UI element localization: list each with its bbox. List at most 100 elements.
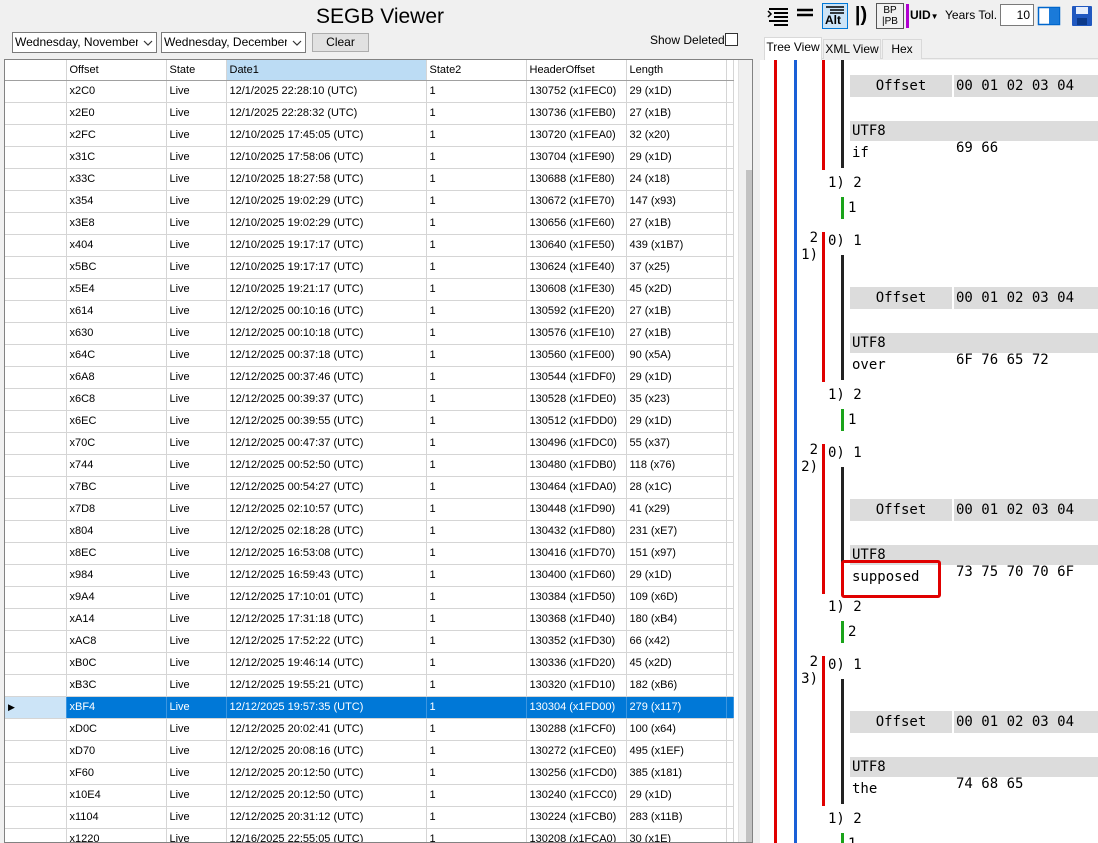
cell-length[interactable]: 29 (x1D) bbox=[626, 80, 727, 103]
cell-offset[interactable]: xB3C bbox=[66, 674, 167, 697]
cell-offset[interactable]: x2FC bbox=[66, 124, 167, 147]
cell-length[interactable]: 32 (x20) bbox=[626, 124, 727, 147]
cell-headeroffset[interactable]: 130464 (x1FDA0) bbox=[526, 476, 627, 499]
cell-length[interactable]: 41 (x29) bbox=[626, 498, 727, 521]
cell-length[interactable]: 180 (xB4) bbox=[626, 608, 727, 631]
cell-length[interactable]: 147 (x93) bbox=[626, 190, 727, 213]
cell-date1[interactable]: 12/10/2025 19:21:17 (UTC) bbox=[226, 278, 427, 301]
cell-state[interactable]: Live bbox=[166, 410, 227, 433]
cell-state[interactable]: Live bbox=[166, 762, 227, 785]
cell-offset[interactable]: x5BC bbox=[66, 256, 167, 279]
cell-state[interactable]: Live bbox=[166, 740, 227, 763]
cell-length[interactable]: 29 (x1D) bbox=[626, 366, 727, 389]
table-row[interactable]: x6C8 Live 12/12/2025 00:39:37 (UTC) 1 130528… bbox=[5, 388, 734, 411]
table-row[interactable]: x7D8 Live 12/12/2025 02:10:57 (UTC) 1 130448… bbox=[5, 498, 734, 521]
cell-state[interactable]: Live bbox=[166, 674, 227, 697]
table-row[interactable]: x64C Live 12/12/2025 00:37:18 (UTC) 1 130560… bbox=[5, 344, 734, 367]
tab-hex[interactable]: Hex bbox=[882, 39, 922, 59]
row-header[interactable] bbox=[5, 410, 67, 433]
cell-state2[interactable]: 1 bbox=[426, 80, 527, 103]
cell-length[interactable]: 29 (x1D) bbox=[626, 564, 727, 587]
cell-state[interactable]: Live bbox=[166, 520, 227, 543]
cell-length[interactable]: 27 (x1B) bbox=[626, 300, 727, 323]
brackets-toggle-icon[interactable]: |) bbox=[850, 3, 872, 29]
uid-dropdown[interactable]: UID▼ bbox=[910, 8, 939, 22]
cell-date1[interactable]: 12/10/2025 19:02:29 (UTC) bbox=[226, 190, 427, 213]
cell-length[interactable]: 45 (x2D) bbox=[626, 278, 727, 301]
cell-offset[interactable]: xA14 bbox=[66, 608, 167, 631]
cell-state[interactable]: Live bbox=[166, 630, 227, 653]
cell-state[interactable]: Live bbox=[166, 432, 227, 455]
row-header[interactable] bbox=[5, 432, 67, 455]
cell-state2[interactable]: 1 bbox=[426, 410, 527, 433]
table-row[interactable]: x5BC Live 12/10/2025 19:17:17 (UTC) 1 130624… bbox=[5, 256, 734, 279]
row-header[interactable] bbox=[5, 784, 67, 807]
cell-date1[interactable]: 12/12/2025 02:10:57 (UTC) bbox=[226, 498, 427, 521]
cell-headeroffset[interactable]: 130272 (x1FCE0) bbox=[526, 740, 627, 763]
row-header[interactable] bbox=[5, 740, 67, 763]
cell-state2[interactable]: 1 bbox=[426, 586, 527, 609]
cell-state[interactable]: Live bbox=[166, 828, 227, 842]
cell-state2[interactable]: 1 bbox=[426, 476, 527, 499]
cell-length[interactable]: 55 (x37) bbox=[626, 432, 727, 455]
cell-headeroffset[interactable]: 130640 (x1FE50) bbox=[526, 234, 627, 257]
cell-offset[interactable]: x1220 bbox=[66, 828, 167, 842]
cell-date1[interactable]: 12/10/2025 17:58:06 (UTC) bbox=[226, 146, 427, 169]
table-row[interactable]: xD0C Live 12/12/2025 20:02:41 (UTC) 1 130288… bbox=[5, 718, 734, 741]
row-header[interactable] bbox=[5, 608, 67, 631]
cell-date1[interactable]: 12/12/2025 00:10:16 (UTC) bbox=[226, 300, 427, 323]
cell-date1[interactable]: 12/1/2025 22:28:32 (UTC) bbox=[226, 102, 427, 125]
cell-state2[interactable]: 1 bbox=[426, 212, 527, 235]
cell-date1[interactable]: 12/12/2025 17:52:22 (UTC) bbox=[226, 630, 427, 653]
cell-state2[interactable]: 1 bbox=[426, 608, 527, 631]
collapse-tree-icon[interactable] bbox=[766, 3, 792, 29]
cell-state[interactable]: Live bbox=[166, 718, 227, 741]
cell-state2[interactable]: 1 bbox=[426, 388, 527, 411]
column-header-headeroffset[interactable]: HeaderOffset bbox=[526, 60, 627, 81]
cell-state2[interactable]: 1 bbox=[426, 278, 527, 301]
row-header[interactable] bbox=[5, 498, 67, 521]
cell-date1[interactable]: 12/16/2025 22:55:05 (UTC) bbox=[226, 828, 427, 842]
cell-state[interactable]: Live bbox=[166, 608, 227, 631]
row-header[interactable] bbox=[5, 542, 67, 565]
table-row[interactable]: xB0C Live 12/12/2025 19:46:14 (UTC) 1 130336… bbox=[5, 652, 734, 675]
cell-state[interactable]: Live bbox=[166, 388, 227, 411]
cell-state[interactable]: Live bbox=[166, 564, 227, 587]
cell-length[interactable]: 439 (x1B7) bbox=[626, 234, 727, 257]
cell-state2[interactable]: 1 bbox=[426, 168, 527, 191]
table-row[interactable]: x70C Live 12/12/2025 00:47:37 (UTC) 1 130496… bbox=[5, 432, 734, 455]
cell-state2[interactable]: 1 bbox=[426, 146, 527, 169]
column-header-date1[interactable]: Date1 bbox=[226, 60, 427, 81]
cell-headeroffset[interactable]: 130320 (x1FD10) bbox=[526, 674, 627, 697]
cell-length[interactable]: 182 (xB6) bbox=[626, 674, 727, 697]
cell-state[interactable]: Live bbox=[166, 806, 227, 829]
row-header[interactable] bbox=[5, 80, 67, 103]
cell-offset[interactable]: x614 bbox=[66, 300, 167, 323]
table-row[interactable]: xB3C Live 12/12/2025 19:55:21 (UTC) 1 130320… bbox=[5, 674, 734, 697]
cell-offset[interactable]: xF60 bbox=[66, 762, 167, 785]
cell-offset[interactable]: xBF4 bbox=[66, 696, 167, 719]
cell-state2[interactable]: 1 bbox=[426, 542, 527, 565]
cell-headeroffset[interactable]: 130448 (x1FD90) bbox=[526, 498, 627, 521]
cell-state2[interactable]: 1 bbox=[426, 300, 527, 323]
cell-state2[interactable]: 1 bbox=[426, 190, 527, 213]
cell-state[interactable]: Live bbox=[166, 784, 227, 807]
cell-state2[interactable]: 1 bbox=[426, 102, 527, 125]
table-row[interactable]: x984 Live 12/12/2025 16:59:43 (UTC) 1 130400… bbox=[5, 564, 734, 587]
cell-state2[interactable]: 1 bbox=[426, 234, 527, 257]
row-header[interactable] bbox=[5, 476, 67, 499]
cell-date1[interactable]: 12/12/2025 00:39:37 (UTC) bbox=[226, 388, 427, 411]
cell-state[interactable]: Live bbox=[166, 586, 227, 609]
table-row[interactable]: x2C0 Live 12/1/2025 22:28:10 (UTC) 1 130752 … bbox=[5, 80, 734, 103]
cell-offset[interactable]: x70C bbox=[66, 432, 167, 455]
cell-offset[interactable]: x7D8 bbox=[66, 498, 167, 521]
column-header-state[interactable]: State bbox=[166, 60, 227, 81]
cell-length[interactable]: 29 (x1D) bbox=[626, 146, 727, 169]
cell-length[interactable]: 29 (x1D) bbox=[626, 410, 727, 433]
cell-offset[interactable]: x9A4 bbox=[66, 586, 167, 609]
cell-headeroffset[interactable]: 130336 (x1FD20) bbox=[526, 652, 627, 675]
cell-length[interactable]: 37 (x25) bbox=[626, 256, 727, 279]
row-header[interactable] bbox=[5, 168, 67, 191]
cell-state[interactable]: Live bbox=[166, 212, 227, 235]
cell-state2[interactable]: 1 bbox=[426, 674, 527, 697]
